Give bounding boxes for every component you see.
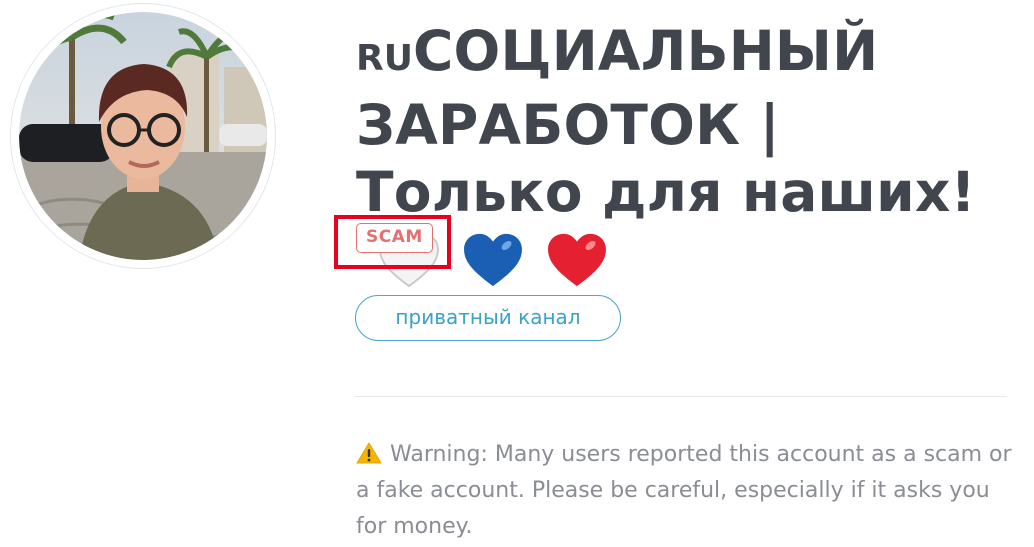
warning-triangle-icon [356, 442, 382, 464]
warning-text: Warning: Many users reported this accoun… [356, 442, 1012, 539]
channel-page: RUСОЦИАЛЬНЫЙ ЗАРАБОТОК | Только для наши… [0, 0, 1034, 547]
private-channel-button[interactable]: приватный канал [355, 295, 621, 341]
avatar-frame [10, 3, 276, 269]
divider [355, 396, 1007, 397]
red-heart-icon [548, 233, 606, 287]
scam-badge: SCAM [356, 223, 433, 253]
title-prefix: RU [356, 38, 413, 79]
scam-warning: Warning: Many users reported this accoun… [356, 437, 1024, 545]
avatar [19, 12, 267, 260]
blue-heart-icon [464, 233, 522, 287]
channel-title: RUСОЦИАЛЬНЫЙ ЗАРАБОТОК | Только для наши… [356, 18, 1016, 293]
title-text: СОЦИАЛЬНЫЙ ЗАРАБОТОК | Только для наших! [356, 19, 976, 224]
